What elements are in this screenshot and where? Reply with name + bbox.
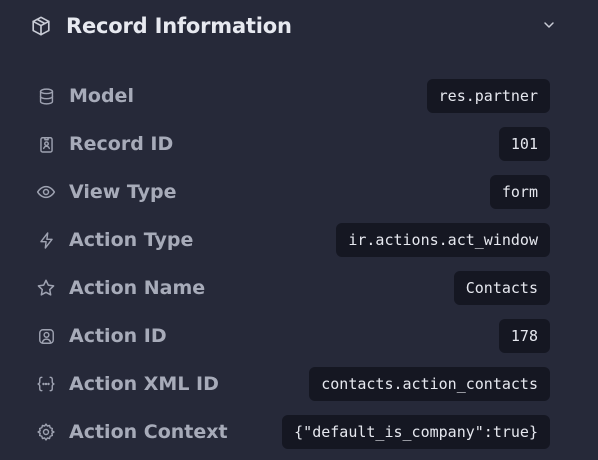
panel-title: Record Information [66, 14, 292, 38]
star-icon [36, 278, 56, 298]
view-type-value[interactable]: form [489, 175, 550, 209]
user-square-icon [36, 326, 56, 346]
eye-icon [36, 182, 56, 202]
field-row-action-name: Action Name Contacts [36, 264, 550, 312]
record-fields-list: Model res.partner Record ID 101 View Typ… [36, 72, 550, 456]
action-name-value[interactable]: Contacts [453, 271, 550, 305]
bolt-icon [36, 230, 56, 250]
field-row-action-xml-id: Action XML ID contacts.action_contacts [36, 360, 550, 408]
record-information-panel: Record Information Model res.partner Rec… [0, 0, 598, 460]
field-label: View Type [69, 181, 177, 203]
model-value[interactable]: res.partner [426, 79, 550, 113]
braces-icon [36, 374, 56, 394]
field-row-action-type: Action Type ir.actions.act_window [36, 216, 550, 264]
field-row-model: Model res.partner [36, 72, 550, 120]
chevron-down-icon[interactable] [540, 16, 558, 34]
action-xml-id-value[interactable]: contacts.action_contacts [309, 367, 550, 401]
package-icon [30, 15, 52, 37]
field-row-action-id: Action ID 178 [36, 312, 550, 360]
record-information-header[interactable]: Record Information [30, 10, 560, 42]
field-label: Action ID [69, 325, 167, 347]
gear-icon [36, 422, 56, 442]
database-icon [36, 86, 56, 106]
action-type-value[interactable]: ir.actions.act_window [336, 223, 550, 257]
record-id-value[interactable]: 101 [498, 127, 550, 161]
field-row-record-id: Record ID 101 [36, 120, 550, 168]
field-label: Model [69, 85, 134, 107]
field-label: Action Name [69, 277, 206, 299]
field-row-action-context: Action Context {"default_is_company":tru… [36, 408, 550, 456]
id-badge-icon [36, 134, 56, 154]
field-row-view-type: View Type form [36, 168, 550, 216]
action-id-value[interactable]: 178 [498, 319, 550, 353]
action-context-value[interactable]: {"default_is_company":true} [282, 415, 550, 449]
field-label: Record ID [69, 133, 174, 155]
field-label: Action Type [69, 229, 194, 251]
field-label: Action XML ID [69, 373, 219, 395]
field-label: Action Context [69, 421, 228, 443]
